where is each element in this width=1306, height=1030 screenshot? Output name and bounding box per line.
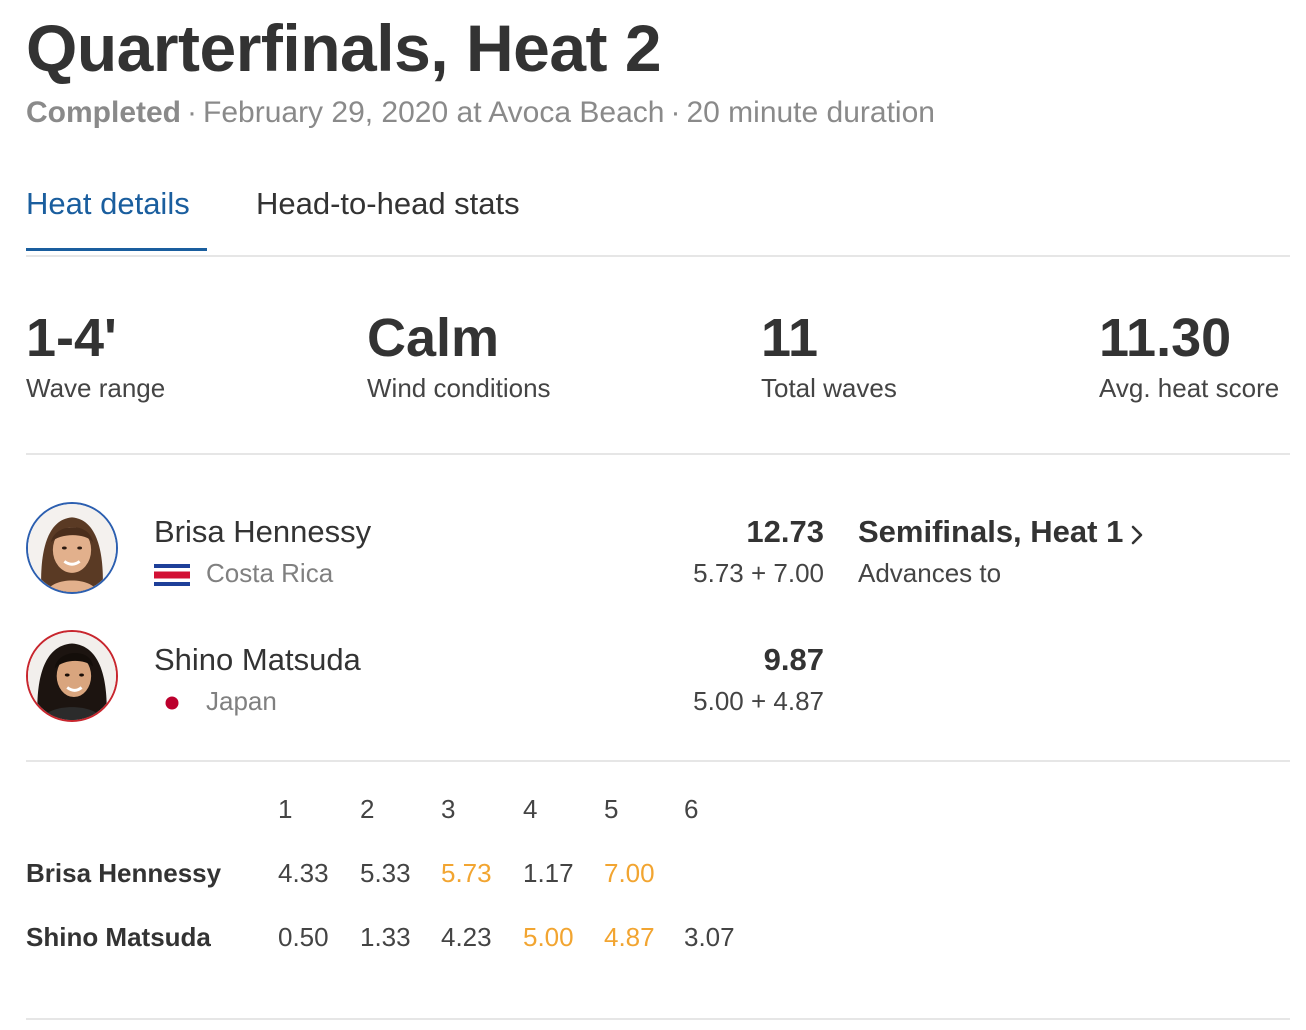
wave-score: 1.17 [523,858,574,888]
stat-label: Wind conditions [367,373,551,403]
athlete-name[interactable]: Brisa Hennessy [154,514,371,550]
meta-separator: · [187,96,198,129]
wave-number-header: 1 [278,794,293,824]
wave-score-counting: 5.00 [523,922,574,952]
avatar[interactable] [26,502,118,594]
athlete-photo-icon [28,632,116,720]
stat-total-waves: 11 Total waves [761,305,897,404]
wave-number-header: 4 [523,794,538,824]
chevron-right-icon[interactable] [1129,523,1145,552]
duration-text: 20 minute duration [686,96,935,129]
wave-number-header: 2 [360,794,375,824]
country-name: Costa Rica [206,558,334,588]
stat-value: 11.30 [1099,308,1232,368]
wave-row-athlete-name: Shino Matsuda [26,922,211,952]
tab-bar: Heat details Head-to-head stats [26,180,1290,257]
costa-rica-flag-icon [154,564,190,586]
athlete-row[interactable]: Shino Matsuda Japan 9.87 5.00 + 4.87 [26,630,1290,730]
meta-separator: · [670,96,681,129]
wave-scores-table: 1 2 3 4 5 6 Brisa Hennessy 4.33 5.33 5.7… [26,762,1290,1020]
country-name: Japan [206,686,277,716]
stat-label: Avg. heat score [1099,373,1280,403]
tab-head-to-head-stats[interactable]: Head-to-head stats [256,186,520,222]
counting-waves: 5.73 + 7.00 [693,558,824,588]
wave-score: 3.07 [684,922,735,952]
wave-number-header: 5 [604,794,619,824]
next-heat-link[interactable]: Semifinals, Heat 1 [858,514,1123,549]
heat-total-score: 9.87 [763,642,824,677]
stat-value: Calm [367,308,500,368]
wave-score: 4.23 [441,922,492,952]
wave-score: 0.50 [278,922,329,952]
date-location-text: February 29, 2020 at Avoca Beach [203,96,665,129]
athlete-row[interactable]: Brisa Hennessy Costa Rica 12.73 5.73 + 7… [26,502,1290,602]
stat-value: 1-4' [26,308,117,368]
athlete-results: Brisa Hennessy Costa Rica 12.73 5.73 + 7… [26,454,1290,762]
wave-number-header: 3 [441,794,456,824]
status-text: Completed [26,96,182,129]
avatar[interactable] [26,630,118,722]
tab-heat-details[interactable]: Heat details [26,186,207,251]
page-title: Quarterfinals, Heat 2 [26,11,662,85]
heat-stats: 1-4' Wave range Calm Wind conditions 11 … [26,305,1290,455]
heat-meta: Completed · February 29, 2020 at Avoca Bea… [26,96,935,130]
wave-score: 1.33 [360,922,411,952]
japan-flag-icon [165,696,179,710]
stat-label: Total waves [761,373,897,403]
stat-wave-range: 1-4' Wave range [26,305,165,404]
advance-info: Semifinals, Heat 1 Advances to [858,514,1145,589]
advances-to-label: Advances to [858,558,1002,589]
wave-row-athlete-name: Brisa Hennessy [26,858,222,888]
heat-total-score: 12.73 [746,514,824,549]
athlete-photo-icon [28,504,116,592]
stat-wind-conditions: Calm Wind conditions [367,305,551,404]
counting-waves: 5.00 + 4.87 [693,686,824,716]
wave-score: 4.33 [278,858,329,888]
stat-label: Wave range [26,373,166,403]
wave-score-counting: 4.87 [604,922,655,952]
wave-score-counting: 5.73 [441,858,492,888]
wave-score-counting: 7.00 [604,858,655,888]
athlete-name[interactable]: Shino Matsuda [154,642,361,678]
wave-number-header: 6 [684,794,699,824]
wave-score: 5.33 [360,858,411,888]
stat-avg-heat-score: 11.30 Avg. heat score [1099,305,1279,404]
stat-value: 11 [761,308,819,368]
